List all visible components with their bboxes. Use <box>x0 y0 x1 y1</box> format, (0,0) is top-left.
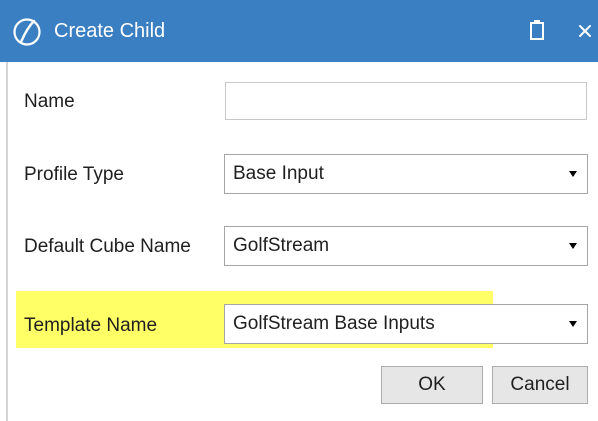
cancel-button[interactable]: Cancel <box>492 366 588 404</box>
template-name-label: Template Name <box>24 315 158 336</box>
dialog-left-border <box>6 62 8 421</box>
create-child-dialog: Create Child Name Profile Type Base Inpu… <box>0 0 598 421</box>
name-label: Name <box>24 91 75 112</box>
default-cube-name-select[interactable]: GolfStream <box>224 226 588 266</box>
chevron-down-icon <box>569 243 577 249</box>
name-input[interactable] <box>225 82 587 120</box>
profile-type-select[interactable]: Base Input <box>224 154 588 194</box>
template-name-select[interactable]: GolfStream Base Inputs <box>224 304 588 344</box>
default-cube-name-label: Default Cube Name <box>24 236 191 257</box>
chevron-down-icon <box>569 321 577 327</box>
close-icon <box>572 25 598 50</box>
dialog-title: Create Child <box>54 20 166 42</box>
chevron-down-icon <box>569 171 577 177</box>
onestream-logo-icon <box>12 17 42 47</box>
dialog-titlebar: Create Child <box>0 0 598 62</box>
template-name-value: GolfStream Base Inputs <box>233 313 435 334</box>
default-cube-name-value: GolfStream <box>233 235 330 256</box>
ok-button[interactable]: OK <box>381 366 483 404</box>
close-button[interactable] <box>572 16 598 46</box>
profile-type-label: Profile Type <box>24 164 124 185</box>
clipboard-icon <box>523 20 551 50</box>
clipboard-button[interactable] <box>523 16 551 46</box>
profile-type-value: Base Input <box>233 163 324 184</box>
